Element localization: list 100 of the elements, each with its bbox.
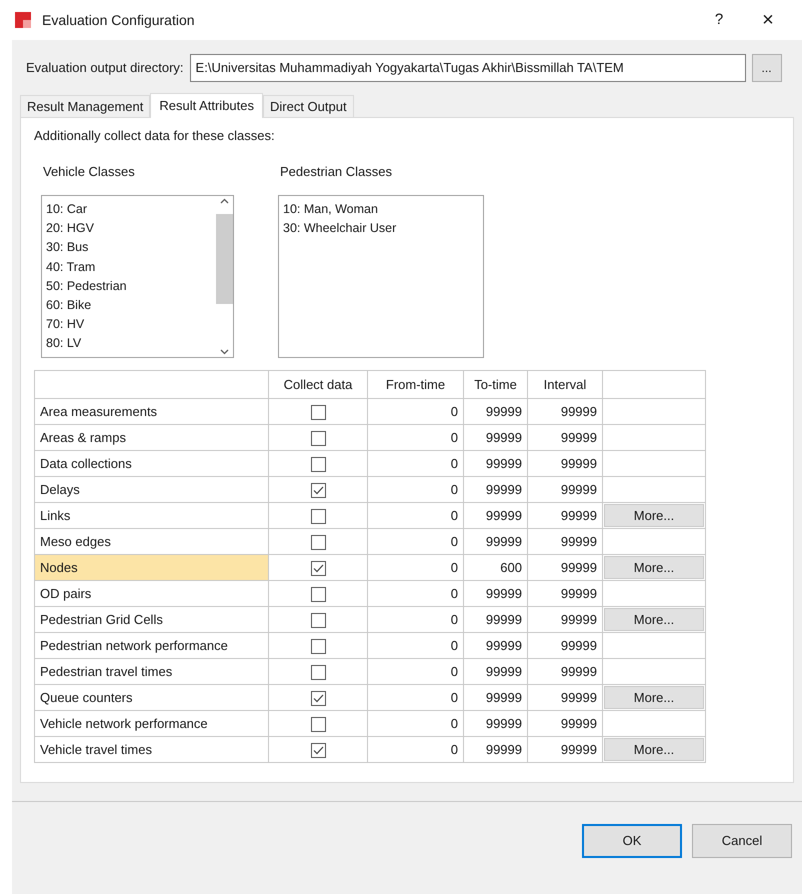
row-name-cell[interactable]: Areas & ramps <box>34 424 268 450</box>
from-time-cell[interactable]: 0 <box>368 476 464 502</box>
interval-cell[interactable]: 99999 <box>528 658 602 684</box>
row-name-cell[interactable]: Vehicle travel times <box>34 736 268 762</box>
from-time-cell[interactable]: 0 <box>368 606 464 632</box>
from-time-cell[interactable]: 0 <box>368 554 464 580</box>
checkbox[interactable] <box>310 690 326 706</box>
checkbox[interactable] <box>310 430 326 446</box>
browse-button[interactable]: ... <box>752 54 782 82</box>
from-time-cell[interactable]: 0 <box>368 684 464 710</box>
interval-cell[interactable]: 99999 <box>528 450 602 476</box>
row-name-cell[interactable]: Pedestrian travel times <box>34 658 268 684</box>
list-item[interactable]: 70: HV <box>46 315 216 334</box>
checkbox[interactable] <box>310 612 326 628</box>
row-name-cell[interactable]: Area measurements <box>34 398 268 424</box>
class-list[interactable]: 10: Car 20: HGV 30: Bus 40: Tram 50: Pedestrian 60: Bike 70: HV 80: LV <box>41 195 234 358</box>
scrollbar[interactable] <box>216 196 233 357</box>
row-name-cell[interactable]: Delays <box>34 476 268 502</box>
row-name-cell[interactable]: Data collections <box>34 450 268 476</box>
interval-cell[interactable]: 99999 <box>528 606 602 632</box>
to-time-cell[interactable]: 99999 <box>464 528 528 554</box>
to-time-cell[interactable]: 99999 <box>464 736 528 762</box>
output-directory-field[interactable]: E:\Universitas Muhammadiyah Yogyakarta\Tugas Akhir\Bissmillah TA\TEM <box>190 54 746 82</box>
to-time-cell[interactable]: 99999 <box>464 710 528 736</box>
from-time-cell[interactable]: 0 <box>368 528 464 554</box>
to-time-cell[interactable]: 99999 <box>464 502 528 528</box>
scrollbar-thumb[interactable] <box>216 214 233 304</box>
to-time-cell[interactable]: 99999 <box>464 450 528 476</box>
tab[interactable]: Result Management <box>20 95 150 117</box>
list-item[interactable]: 10: Man, Woman <box>283 200 483 220</box>
list-item[interactable]: 40: Tram <box>46 258 216 277</box>
checkbox[interactable] <box>310 638 326 654</box>
to-time-cell[interactable]: 99999 <box>464 580 528 606</box>
list-item[interactable]: 80: LV <box>46 334 216 354</box>
interval-cell[interactable]: 99999 <box>528 632 602 658</box>
row-name-cell[interactable]: Vehicle network performance <box>34 710 268 736</box>
from-time-cell[interactable]: 0 <box>368 398 464 424</box>
scroll-up-icon[interactable] <box>220 198 229 204</box>
checkbox[interactable] <box>310 534 326 550</box>
row-name-cell[interactable]: Pedestrian network performance <box>34 632 268 658</box>
interval-cell[interactable]: 99999 <box>528 398 602 424</box>
interval-cell[interactable]: 99999 <box>528 502 602 528</box>
from-time-cell[interactable]: 0 <box>368 658 464 684</box>
interval-cell[interactable]: 99999 <box>528 684 602 710</box>
class-list[interactable]: 10: Man, Woman 30: Wheelchair User <box>278 195 484 358</box>
from-time-cell[interactable]: 0 <box>368 710 464 736</box>
tab[interactable]: Direct Output <box>263 95 354 117</box>
interval-cell[interactable]: 99999 <box>528 528 602 554</box>
interval-cell[interactable]: 99999 <box>528 476 602 502</box>
dialog-button[interactable]: Cancel <box>692 824 792 858</box>
checkbox[interactable] <box>310 508 326 524</box>
from-time-cell[interactable]: 0 <box>368 450 464 476</box>
interval-cell[interactable]: 99999 <box>528 710 602 736</box>
to-time-cell[interactable]: 99999 <box>464 632 528 658</box>
help-button[interactable]: ? <box>704 8 734 32</box>
interval-cell[interactable]: 99999 <box>528 736 602 762</box>
interval-cell[interactable]: 99999 <box>528 554 602 580</box>
to-time-cell[interactable]: 99999 <box>464 424 528 450</box>
to-time-cell[interactable]: 600 <box>464 554 528 580</box>
more-button[interactable]: More... <box>604 556 704 579</box>
to-time-cell[interactable]: 99999 <box>464 398 528 424</box>
to-time-cell[interactable]: 99999 <box>464 476 528 502</box>
list-item[interactable]: 30: Bus <box>46 238 216 258</box>
list-item[interactable]: 30: Wheelchair User <box>283 219 483 238</box>
checkbox[interactable] <box>310 716 326 732</box>
tab[interactable]: Result Attributes <box>150 93 263 118</box>
checkbox[interactable] <box>310 664 326 680</box>
checkbox[interactable] <box>310 560 326 576</box>
column-header: From-time <box>368 370 464 398</box>
checkbox[interactable] <box>310 404 326 420</box>
more-button[interactable]: More... <box>604 608 704 631</box>
checkbox[interactable] <box>310 482 326 498</box>
close-button[interactable]: × <box>748 5 788 35</box>
list-item[interactable]: 20: HGV <box>46 219 216 238</box>
from-time-cell[interactable]: 0 <box>368 424 464 450</box>
to-time-cell[interactable]: 99999 <box>464 658 528 684</box>
row-name-cell[interactable]: Queue counters <box>34 684 268 710</box>
from-time-cell[interactable]: 0 <box>368 502 464 528</box>
row-name-cell[interactable]: Nodes <box>34 554 268 580</box>
row-name-cell[interactable]: Pedestrian Grid Cells <box>34 606 268 632</box>
row-name-cell[interactable]: OD pairs <box>34 580 268 606</box>
checkbox[interactable] <box>310 586 326 602</box>
more-button[interactable]: More... <box>604 738 704 761</box>
to-time-cell[interactable]: 99999 <box>464 684 528 710</box>
scroll-down-icon[interactable] <box>220 349 229 355</box>
interval-cell[interactable]: 99999 <box>528 580 602 606</box>
more-button[interactable]: More... <box>604 504 704 527</box>
dialog-button[interactable]: OK <box>582 824 682 858</box>
from-time-cell[interactable]: 0 <box>368 580 464 606</box>
from-time-cell[interactable]: 0 <box>368 632 464 658</box>
list-item[interactable]: 10: Car <box>46 200 216 220</box>
interval-cell[interactable]: 99999 <box>528 424 602 450</box>
from-time-cell[interactable]: 0 <box>368 736 464 762</box>
list-item[interactable]: 50: Pedestrian <box>46 276 216 296</box>
checkbox[interactable] <box>310 742 326 758</box>
row-name-cell[interactable]: Links <box>34 502 268 528</box>
checkbox[interactable] <box>310 456 326 472</box>
to-time-cell[interactable]: 99999 <box>464 606 528 632</box>
more-button[interactable]: More... <box>604 686 704 709</box>
list-item[interactable]: 60: Bike <box>46 296 216 316</box>
